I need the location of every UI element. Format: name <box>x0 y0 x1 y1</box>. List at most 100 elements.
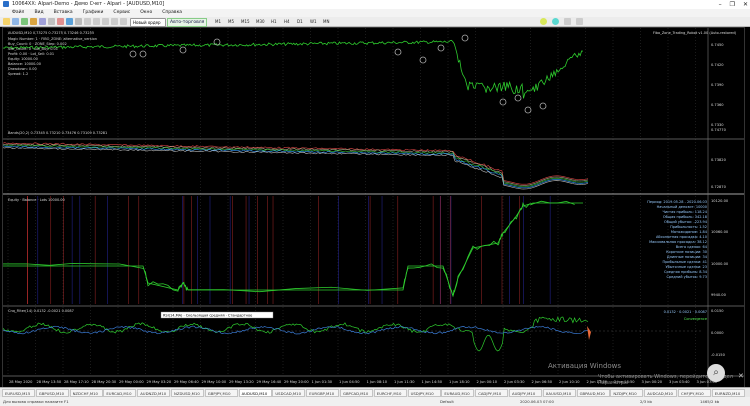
chart-tab[interactable]: NZDCHF,M10 <box>69 389 103 397</box>
autotrading-button[interactable]: Авто-торговля <box>167 18 208 27</box>
stats-line: Матожидание: 1.84 <box>671 230 708 234</box>
menu-insert[interactable]: Вставка <box>54 9 73 17</box>
hline-tool-icon[interactable] <box>93 18 100 25</box>
time-tick: 1 Jun 11:30 <box>394 380 415 384</box>
time-tick: 2 Jun 06:50 <box>532 380 553 384</box>
cursor-icon[interactable] <box>75 18 82 25</box>
new-order-button[interactable]: Новый ордер <box>130 18 166 27</box>
menu-help[interactable]: Справка <box>162 9 182 17</box>
stats-line: Средний убыток: 9.73 <box>666 275 707 279</box>
price-tick: 0.7450 <box>711 43 724 47</box>
zoom-out-icon[interactable] <box>552 18 559 25</box>
chart-canvas[interactable]: AUDUSD,M10 0.73275 0.73275 0.73246 0.732… <box>3 28 744 388</box>
chart-tab[interactable]: EURCAD,M10 <box>103 389 137 397</box>
time-tick: 2 Jun 00:10 <box>477 380 498 384</box>
chart-tab[interactable]: GBPAUD,M10 <box>576 389 610 397</box>
info-line: Drawdown: 0.00 <box>8 67 37 71</box>
time-tick: 29 May 06:40 <box>174 380 199 384</box>
tester-icon[interactable] <box>57 18 64 25</box>
magnifier-icon[interactable]: ⌕ <box>707 364 725 382</box>
timeframe-h4[interactable]: H4 <box>284 18 290 25</box>
chart-tab[interactable]: AUDCAD,M10 <box>644 389 678 397</box>
stats-line: Убыточные сделки: 23 <box>666 265 708 269</box>
menu-window[interactable]: Окно <box>140 9 152 17</box>
navigator-icon[interactable] <box>39 18 46 25</box>
time-tick: 28 May 13:50 <box>37 380 62 384</box>
status-profile: Default <box>440 399 454 404</box>
chart-tab[interactable]: GBPCAD,M10 <box>340 389 373 397</box>
chart-tab[interactable]: AUDUSD,M10 <box>238 389 272 397</box>
equity-axis-tick: 9940.00 <box>711 293 727 297</box>
chart-tab[interactable]: GBPUSD,M10 <box>35 389 69 397</box>
time-tick: 1 Jun 01:30 <box>312 380 333 384</box>
chart-tab[interactable]: CHFJPY,M10 <box>678 389 711 397</box>
maximize-button[interactable]: ❐ <box>730 0 735 9</box>
zoom-in-icon[interactable] <box>540 18 547 25</box>
chart-tab[interactable]: XAUUSD,M10 <box>542 389 576 397</box>
time-tick: 29 May 03:20 <box>147 380 172 384</box>
chart-tab[interactable]: USDJPY,M10 <box>407 389 441 397</box>
stats-line: Всего сделок: 64 <box>676 245 708 249</box>
bands-axis-tick: 0.72870 <box>711 185 727 189</box>
chart-tab[interactable]: EURAUD,M10 <box>441 389 475 397</box>
chart-tab[interactable]: CADJPY,M10 <box>475 389 509 397</box>
timeframe-m30[interactable]: M30 <box>256 18 265 25</box>
trendline-tool-icon[interactable] <box>102 18 109 25</box>
time-tick: 1 Jun 04:50 <box>339 380 360 384</box>
menu-bar: Файл Вид Вставка Графики Сервис Окно Спр… <box>0 9 750 17</box>
menu-tools[interactable]: Сервис <box>113 9 130 17</box>
autotrading-label: Авто-торговля <box>170 20 205 25</box>
crosshair-icon[interactable] <box>66 18 73 25</box>
market-watch-icon[interactable] <box>21 18 28 25</box>
fibo-tool-icon[interactable] <box>111 18 118 25</box>
data-window-icon[interactable] <box>30 18 37 25</box>
stats-line: Максимальная просадка: 38.12 <box>649 240 707 244</box>
close-button[interactable]: ✕ <box>743 0 748 9</box>
stats-line: Абсолютная просадка: 4.10 <box>656 235 707 239</box>
minimize-button[interactable]: – <box>719 0 722 9</box>
time-tick: 29 May 10:00 <box>202 380 227 384</box>
tooltip-text: RSI(14,MA) · Скользящая средняя · Станда… <box>163 314 252 318</box>
window-title: 10064XX: Alpari-Demo - Демо Счет - Alpar… <box>12 1 165 7</box>
chart-window[interactable]: AUDUSD,M10 0.73275 0.73275 0.73246 0.732… <box>2 27 745 389</box>
info-line: Spread: 1.2 <box>8 72 28 76</box>
symbol-label: AUDUSD,M10 0.73275 0.73275 0.73246 0.732… <box>8 31 94 35</box>
timeframe-m5[interactable]: M5 <box>228 18 234 25</box>
timeframe-m1[interactable]: M1 <box>215 18 221 25</box>
close-icon[interactable]: ✕ <box>738 372 744 380</box>
chart-tab[interactable]: EURUSD,M15 <box>2 389 35 397</box>
timeframe-w1[interactable]: W1 <box>310 18 317 25</box>
profiles-icon[interactable] <box>12 18 19 25</box>
info-line: Equity: 10000.00 <box>8 57 38 61</box>
info-line: Sell_Count: 0 · Lot_Buy: 0.01 <box>8 47 58 51</box>
new-chart-icon[interactable] <box>3 18 10 25</box>
chart-tab[interactable]: USDCAD,M10 <box>272 389 306 397</box>
chart-tab[interactable]: AUDJPY,M10 <box>509 389 542 397</box>
time-tick: 29 May 00:00 <box>119 380 144 384</box>
menu-view[interactable]: Вид <box>34 9 43 17</box>
oscillator-axis-tick: -0.0150 <box>711 353 726 357</box>
chart-tab[interactable]: EURNZD,M10 <box>711 389 745 397</box>
chart-tab[interactable]: NZDUSD,M10 <box>171 389 204 397</box>
menu-file[interactable]: Файл <box>12 9 24 17</box>
timeframe-d1[interactable]: D1 <box>297 18 303 25</box>
timeframe-h1[interactable]: H1 <box>271 18 277 25</box>
stats-line: Прибыльные сделки: 41 <box>662 260 707 264</box>
time-tick: 2 Jun 10:10 <box>559 380 580 384</box>
timeframe-mn[interactable]: MN <box>323 18 329 25</box>
chart-tab[interactable]: AUDNZD,M10 <box>137 389 171 397</box>
text-tool-icon[interactable] <box>120 18 127 25</box>
chart-tab[interactable]: EURCHF,M10 <box>373 389 407 397</box>
equity-axis-tick: 10000.00 <box>711 262 729 266</box>
chart-tab[interactable]: GBPJPY,M10 <box>204 389 238 397</box>
chart-tab[interactable]: NZDJPY,M10 <box>610 389 644 397</box>
timeframe-m15[interactable]: M15 <box>241 18 250 25</box>
terminal-icon[interactable] <box>48 18 55 25</box>
autoscroll-icon[interactable] <box>576 18 583 25</box>
info-line: Magic Number: 1 · FIBO_ZONE: alternative… <box>8 37 97 41</box>
chart-shift-icon[interactable] <box>564 18 571 25</box>
price-tick: 0.7360 <box>711 103 724 107</box>
chart-tab[interactable]: EURGBP,M10 <box>306 389 340 397</box>
line-tool-icon[interactable] <box>84 18 91 25</box>
menu-charts[interactable]: Графики <box>83 9 104 17</box>
